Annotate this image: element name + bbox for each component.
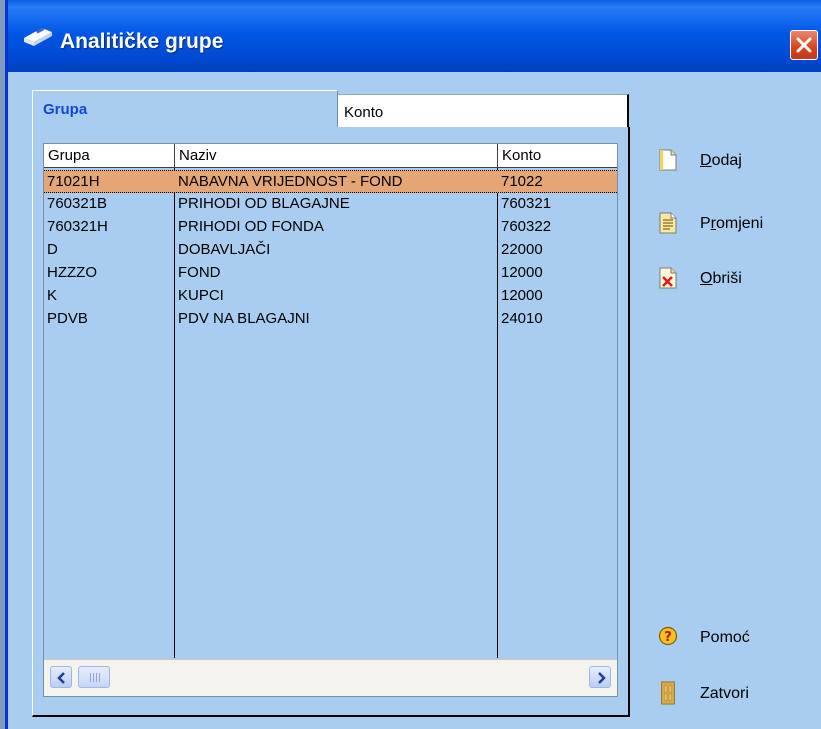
column-header-grupa[interactable]: Grupa xyxy=(44,144,175,168)
title-bar[interactable]: Analitičke grupe xyxy=(8,0,821,72)
delete-document-icon xyxy=(659,267,677,289)
cell-konto: 12000 xyxy=(501,287,543,304)
cell-grupa: HZZZO xyxy=(47,264,97,281)
tab-grupa[interactable]: Grupa xyxy=(32,90,338,128)
cell-naziv: PRIHODI OD FONDA xyxy=(178,218,324,235)
delete-label: Obriši xyxy=(700,270,742,287)
cell-naziv: NABAVNA VRIJEDNOST - FOND xyxy=(178,173,403,190)
client-area: Grupa Konto Grupa Naziv Konto 71021H NAB… xyxy=(8,72,821,729)
close-dialog-label: Zatvori xyxy=(700,685,749,702)
tab-panel-grupa: Grupa Naziv Konto 71021H NABAVNA VRIJEDN… xyxy=(32,127,630,717)
grid-header: Grupa Naziv Konto xyxy=(44,144,617,168)
door-icon xyxy=(661,681,675,705)
close-button[interactable] xyxy=(790,30,818,60)
cell-konto: 760322 xyxy=(501,218,552,235)
column-header-naziv[interactable]: Naziv xyxy=(175,144,498,168)
groups-grid[interactable]: Grupa Naziv Konto 71021H NABAVNA VRIJEDN… xyxy=(43,143,618,697)
cell-naziv: PRIHODI OD BLAGAJNE xyxy=(178,195,350,212)
add-label: Dodaj xyxy=(700,152,742,169)
table-row[interactable]: 760321H PRIHODI OD FONDA 760322 xyxy=(44,216,617,239)
horizontal-scrollbar[interactable] xyxy=(44,659,617,696)
cell-konto: 760321 xyxy=(501,195,552,212)
cell-konto: 22000 xyxy=(501,241,543,258)
cell-grupa: D xyxy=(47,241,58,258)
edit-label: Promjeni xyxy=(700,215,764,232)
window-title: Analitičke grupe xyxy=(60,30,224,53)
cell-grupa: K xyxy=(47,287,58,304)
tab-konto[interactable]: Konto xyxy=(338,94,629,128)
new-document-icon xyxy=(659,149,677,171)
cell-naziv: DOBAVLJAČI xyxy=(178,241,271,258)
help-icon: ? xyxy=(658,626,678,646)
scroll-right-button[interactable] xyxy=(589,666,611,688)
cell-grupa: 760321B xyxy=(47,195,108,212)
column-header-konto[interactable]: Konto xyxy=(498,144,617,168)
cell-grupa: 760321H xyxy=(47,218,108,235)
table-row[interactable]: K KUPCI 12000 xyxy=(44,285,617,308)
cell-naziv: PDV NA BLAGAJNI xyxy=(178,310,310,327)
scroll-thumb[interactable] xyxy=(78,666,110,688)
table-row[interactable]: 760321B PRIHODI OD BLAGAJNE 760321 xyxy=(44,193,617,216)
cell-konto: 24010 xyxy=(501,310,543,327)
cell-naziv: FOND xyxy=(178,264,221,281)
cell-grupa: PDVB xyxy=(47,310,88,327)
arrow-right-icon xyxy=(598,672,606,684)
table-row[interactable]: PDVB PDV NA BLAGAJNI 24010 xyxy=(44,308,617,331)
table-row[interactable]: 71021H NABAVNA VRIJEDNOST - FOND 71022 xyxy=(44,170,617,193)
cell-grupa: 71021H xyxy=(47,173,100,190)
cell-konto: 71022 xyxy=(501,173,543,190)
table-row[interactable]: HZZZO FOND 12000 xyxy=(44,262,617,285)
edit-document-icon xyxy=(659,212,677,234)
help-label: Pomoć xyxy=(700,629,750,646)
app-icon xyxy=(24,27,52,46)
cell-naziv: KUPCI xyxy=(178,287,224,304)
dialog-window: Analitičke grupe Grupa Konto Grupa Naziv… xyxy=(5,0,821,729)
table-row[interactable]: D DOBAVLJAČI 22000 xyxy=(44,239,617,262)
arrow-left-icon xyxy=(57,672,65,684)
cell-konto: 12000 xyxy=(501,264,543,281)
close-icon xyxy=(796,37,812,53)
scroll-left-button[interactable] xyxy=(50,666,72,688)
svg-text:?: ? xyxy=(664,630,672,645)
